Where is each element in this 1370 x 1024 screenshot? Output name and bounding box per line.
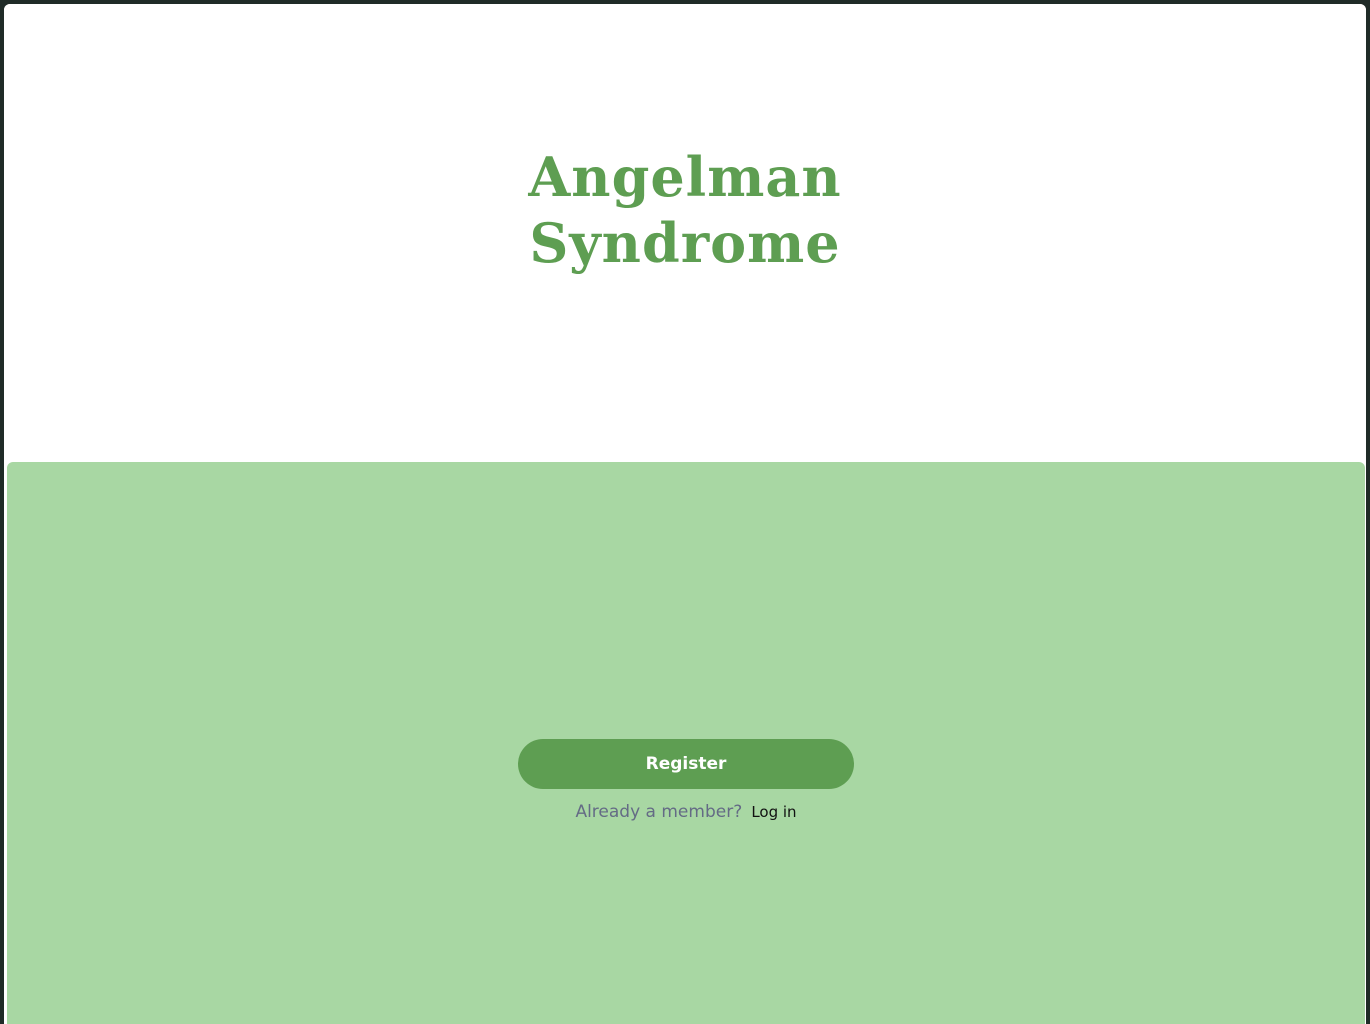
brand-title-line-1: Angelman: [528, 145, 842, 209]
app-window: Angelman Syndrome Register Already a mem…: [4, 4, 1366, 1024]
already-member-text: Already a member?: [575, 802, 743, 822]
brand-title-line-2: Syndrome: [529, 211, 841, 275]
brand-title: Angelman Syndrome: [4, 144, 1366, 276]
login-link[interactable]: Log in: [751, 803, 796, 821]
hero-section: Angelman Syndrome: [4, 4, 1366, 460]
login-prompt-row: Already a member? Log in: [7, 802, 1365, 822]
register-button[interactable]: Register: [518, 739, 854, 789]
auth-panel: Register Already a member? Log in: [7, 462, 1365, 1024]
